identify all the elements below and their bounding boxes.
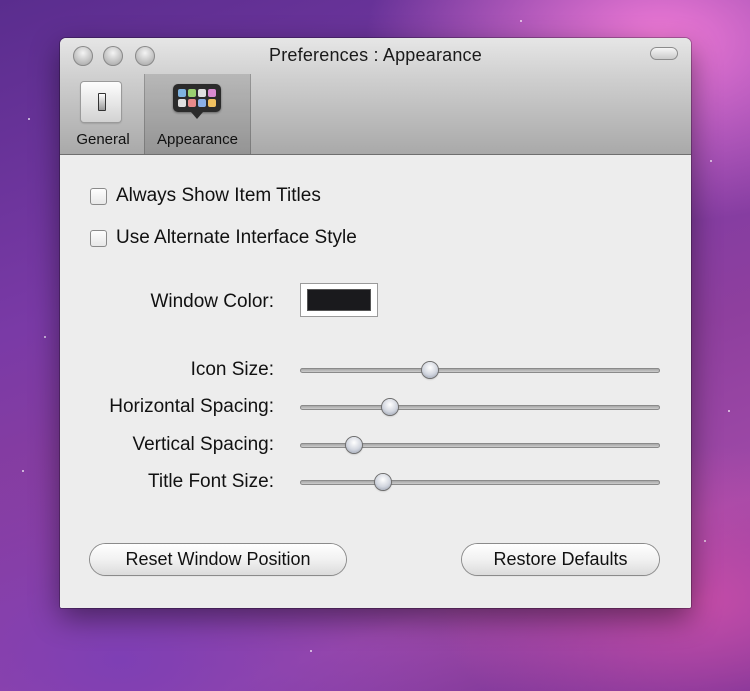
slider-thumb[interactable] (382, 399, 398, 415)
appearance-pane: Always Show Item Titles Use Alternate In… (60, 155, 691, 608)
slider-track[interactable] (300, 480, 660, 485)
star (520, 20, 522, 22)
window-color-well[interactable] (300, 283, 378, 317)
star (22, 470, 24, 472)
checkbox-label: Use Alternate Interface Style (116, 227, 357, 248)
icon-size-slider[interactable] (300, 360, 660, 380)
toolbar-tab-label: Appearance (157, 131, 238, 148)
slider-thumb[interactable] (346, 437, 362, 453)
icon-size-label: Icon Size: (190, 359, 274, 380)
window-color-label: Window Color: (150, 291, 274, 312)
restore-defaults-button[interactable]: Restore Defaults (462, 544, 659, 575)
alternate-interface-style-option[interactable]: Use Alternate Interface Style (90, 226, 357, 250)
star (28, 118, 30, 120)
preferences-window: Preferences : Appearance General Appeara… (60, 38, 691, 608)
slider-track[interactable] (300, 405, 660, 410)
toolbar-tab-appearance[interactable]: Appearance (144, 74, 251, 154)
vertical-spacing-label: Vertical Spacing: (132, 434, 274, 455)
title-font-size-label: Title Font Size: (147, 471, 274, 492)
horizontal-spacing-label: Horizontal Spacing: (109, 396, 274, 417)
toolbar-tab-label: General (76, 131, 130, 148)
icon-grid-icon (173, 84, 221, 119)
slider-thumb[interactable] (421, 362, 438, 378)
toggle-switch-icon (81, 82, 121, 122)
toolbar-tab-general[interactable]: General (67, 74, 139, 154)
window-title: Preferences : Appearance (269, 45, 482, 65)
checkbox-label: Always Show Item Titles (116, 185, 321, 206)
always-show-item-titles-checkbox[interactable] (90, 187, 107, 205)
star (310, 650, 312, 652)
toolbar-toggle-button[interactable] (650, 47, 678, 60)
star (710, 160, 712, 162)
star (704, 540, 706, 542)
title-font-size-slider[interactable] (300, 472, 660, 492)
slider-thumb[interactable] (374, 474, 391, 490)
horizontal-spacing-slider[interactable] (300, 397, 660, 417)
reset-window-position-button[interactable]: Reset Window Position (90, 544, 346, 575)
star (44, 336, 46, 338)
vertical-spacing-slider[interactable] (300, 435, 660, 455)
always-show-item-titles-option[interactable]: Always Show Item Titles (90, 184, 321, 208)
alternate-interface-style-checkbox[interactable] (90, 229, 107, 247)
slider-track[interactable] (300, 368, 660, 373)
window-toolbar: Preferences : Appearance General Appeara… (60, 38, 691, 155)
window-color-swatch (308, 290, 370, 310)
star (728, 410, 730, 412)
